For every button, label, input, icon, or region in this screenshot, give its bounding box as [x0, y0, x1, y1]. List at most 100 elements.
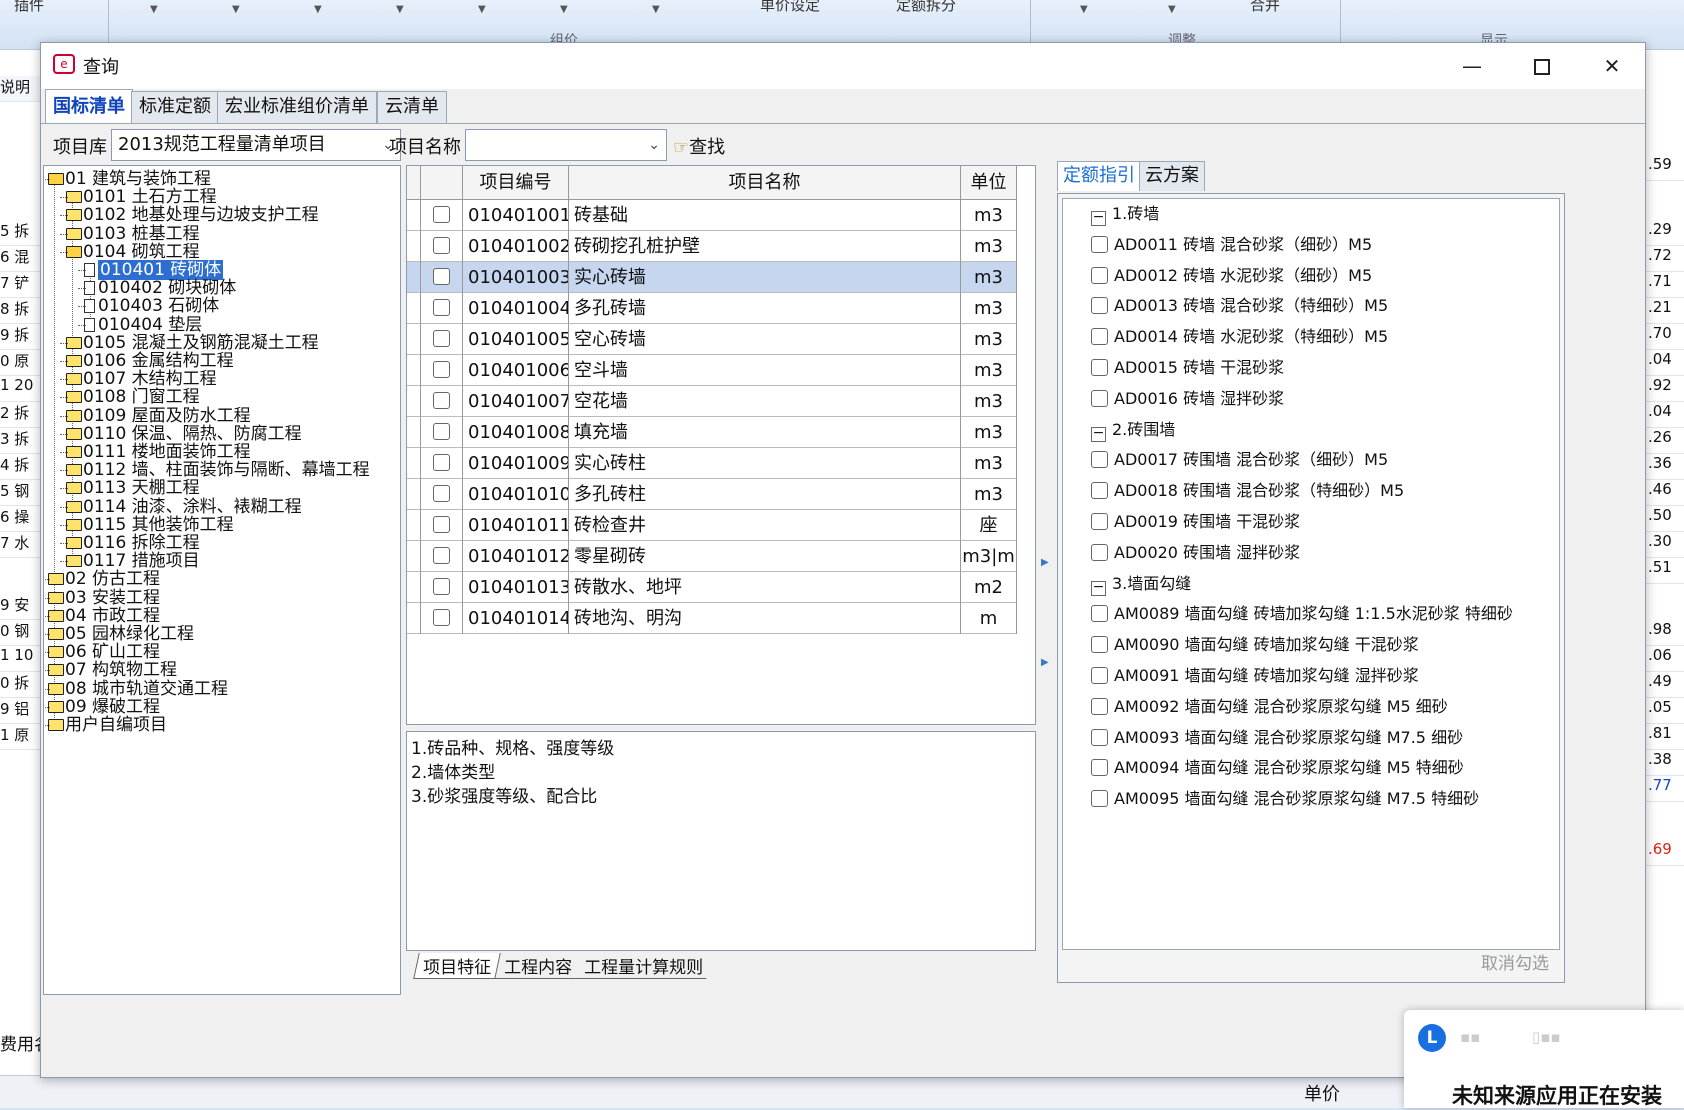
tree-node[interactable]: 0101 土石方工程	[60, 188, 217, 207]
table-row[interactable]: 010401004 多孔砖墙 m3	[407, 293, 1017, 324]
chevron-down-icon[interactable]: ▼	[560, 4, 568, 15]
table-row[interactable]: 010401006 空斗墙 m3	[407, 355, 1017, 386]
tree-node[interactable]: 06 矿山工程	[44, 643, 160, 662]
tree-node[interactable]: 010404 垫层	[78, 315, 202, 335]
minimize-button[interactable]: —	[1437, 43, 1507, 89]
project-tree[interactable]: 01 建筑与装饰工程 0101 土石方工程 0102 地基处理与边坡支护工程 0103…	[43, 165, 401, 995]
chevron-down-icon[interactable]: ▼	[478, 4, 486, 15]
tree-node[interactable]: 010401 砖砌体	[78, 260, 224, 280]
tab-gb-list[interactable]: 国标清单	[45, 89, 133, 123]
grid-header-unit[interactable]: 单位	[961, 166, 1017, 200]
row-checkbox[interactable]	[433, 516, 450, 533]
left-row[interactable]: 9 拆	[0, 324, 42, 350]
quota-item-checkbox[interactable]	[1091, 543, 1108, 561]
quota-item[interactable]: AM0090 墙面勾缝 砖墙加浆勾缝 干混砂浆	[1091, 630, 1419, 660]
left-row[interactable]: 0 钢	[0, 620, 42, 646]
dialog-titlebar[interactable]: e 查询 — ✕	[41, 43, 1645, 89]
quota-item[interactable]: AD0014 砖墙 水泥砂浆（特细砂）M5	[1091, 322, 1388, 352]
quota-item[interactable]: AD0017 砖围墙 混合砂浆（细砂）M5	[1091, 445, 1388, 475]
ribbon-unit-price-button[interactable]: 单价设定	[760, 0, 820, 15]
table-row[interactable]: 010401001 砖基础 m3	[407, 200, 1017, 231]
tree-node[interactable]: 0109 屋面及防水工程	[60, 406, 251, 426]
left-row[interactable]: 5 拆	[0, 220, 42, 246]
quota-item[interactable]: AD0020 砖围墙 湿拌砂浆	[1091, 538, 1300, 568]
left-row[interactable]: 3 拆	[0, 428, 42, 454]
tree-node[interactable]: 0112 墙、柱面装饰与隔断、幕墙工程	[60, 461, 370, 480]
quota-item[interactable]: AD0018 砖围墙 混合砂浆（特细砂）M5	[1091, 476, 1404, 506]
left-row[interactable]: 6 混	[0, 246, 42, 272]
item-name-input[interactable]: ⌄	[465, 129, 667, 161]
quota-item-checkbox[interactable]	[1091, 697, 1108, 715]
quota-item[interactable]: AM0095 墙面勾缝 混合砂浆原浆勾缝 M7.5 特细砂	[1091, 784, 1479, 814]
tab-cloud-scheme[interactable]: 云方案	[1139, 161, 1205, 191]
tree-node[interactable]: 0114 油漆、涂料、裱糊工程	[60, 497, 302, 517]
quota-item-checkbox[interactable]	[1091, 790, 1108, 808]
library-select[interactable]: 2013规范工程量清单项目 ⌄	[111, 129, 401, 161]
tree-node[interactable]: 05 园林绿化工程	[44, 625, 194, 644]
ribbon-merge-button[interactable]: 合并	[1250, 0, 1280, 15]
quota-item-checkbox[interactable]	[1091, 328, 1108, 346]
tree-node[interactable]: 0117 措施项目	[60, 552, 200, 571]
table-row[interactable]: 010401011 砖检查井座	[407, 510, 1017, 541]
table-row[interactable]: 010401012 零星砌砖 m3|m	[407, 541, 1017, 572]
find-button[interactable]: ☞查找	[673, 133, 725, 159]
table-row[interactable]: 010401007 空花墙 m3	[407, 386, 1017, 417]
tree-node[interactable]: 0102 地基处理与边坡支护工程	[60, 206, 319, 225]
quota-item-checkbox[interactable]	[1091, 513, 1108, 530]
items-grid[interactable]: 项目编号 项目名称 单位 010401001 砖基础 m3 010401002 砖砌挖孔…	[406, 165, 1036, 725]
quota-item[interactable]: AD0019 砖围墙 干混砂浆	[1091, 507, 1300, 537]
left-row[interactable]: 9 铝	[0, 698, 42, 724]
tree-node[interactable]: 0115 其他装饰工程	[60, 515, 234, 535]
left-row[interactable]: 7 铲	[0, 272, 42, 298]
left-row[interactable]: 6 操	[0, 506, 42, 532]
grid-header-name[interactable]: 项目名称	[569, 166, 961, 200]
left-row[interactable]: 0 原	[0, 350, 42, 376]
quota-item[interactable]: AD0013 砖墙 混合砂浆（特细砂）M5	[1091, 291, 1388, 321]
quota-item[interactable]: AM0089 墙面勾缝 砖墙加浆勾缝 1:1.5水泥砂浆 特细砂	[1091, 599, 1513, 629]
table-row[interactable]: 010401014 砖地沟、明沟 m	[407, 603, 1017, 634]
cancel-selection-button[interactable]: 取消勾选	[1481, 949, 1549, 974]
tree-node[interactable]: 0107 木结构工程	[60, 370, 217, 389]
splitter-handle[interactable]: ▶ ▶	[1041, 513, 1049, 713]
tab-cloud-list[interactable]: 云清单	[377, 91, 447, 123]
left-row[interactable]: 5 钢	[0, 480, 42, 506]
quota-item-checkbox[interactable]	[1091, 389, 1108, 407]
collapse-icon[interactable]: −	[1091, 210, 1106, 226]
quota-item[interactable]: AM0091 墙面勾缝 砖墙加浆勾缝 湿拌砂浆	[1091, 661, 1419, 691]
quota-item-checkbox[interactable]	[1091, 359, 1108, 376]
quota-item-checkbox[interactable]	[1091, 636, 1108, 654]
maximize-button[interactable]	[1507, 43, 1577, 89]
left-row[interactable]: 4 拆	[0, 454, 42, 480]
security-notification[interactable]: L ▪▪ ▯▪▪ 未知来源应用正在安装	[1404, 1010, 1684, 1108]
left-row[interactable]: 7 水	[0, 532, 42, 558]
quota-group-header[interactable]: −3.墙面勾缝	[1091, 569, 1191, 599]
tree-node[interactable]: 0116 拆除工程	[60, 534, 200, 553]
ribbon-plugin-button[interactable]: 插件	[14, 0, 44, 15]
tree-node[interactable]: 用户自编项目	[44, 716, 167, 735]
collapse-icon[interactable]: −	[1091, 580, 1106, 596]
row-checkbox[interactable]	[433, 485, 450, 502]
table-row[interactable]: 010401013 砖散水、地坪 m2	[407, 572, 1017, 603]
tab-standard-quota[interactable]: 标准定额	[131, 91, 219, 123]
ribbon-split-button[interactable]: 定额拆分	[896, 0, 956, 15]
quota-item-checkbox[interactable]	[1091, 297, 1108, 315]
left-row[interactable]: 0 拆	[0, 672, 42, 698]
quota-item[interactable]: AD0011 砖墙 混合砂浆（细砂）M5	[1091, 230, 1372, 260]
chevron-down-icon[interactable]: ▼	[150, 4, 158, 15]
row-checkbox[interactable]	[433, 330, 450, 347]
row-checkbox[interactable]	[433, 454, 450, 471]
quota-item-checkbox[interactable]	[1091, 451, 1108, 469]
row-checkbox[interactable]	[433, 392, 450, 409]
tree-node[interactable]: 0111 楼地面装饰工程	[60, 443, 251, 462]
tree-node[interactable]: 0108 门窗工程	[60, 388, 200, 407]
tree-node[interactable]: 02 仿古工程	[44, 570, 160, 589]
table-row[interactable]: 010401005 空心砖墙 m3	[407, 324, 1017, 355]
left-row[interactable]: 8 拆	[0, 298, 42, 324]
tab-calc-rules[interactable]: 工程量计算规则	[575, 953, 712, 979]
quota-list[interactable]: −1.砖墙 AD0011 砖墙 混合砂浆（细砂）M5 AD0012 砖墙 水泥砂浆（…	[1062, 198, 1560, 950]
quota-group-header[interactable]: −1.砖墙	[1091, 199, 1159, 229]
grid-header-code[interactable]: 项目编号	[463, 166, 569, 200]
row-checkbox[interactable]	[433, 547, 450, 564]
quota-group-header[interactable]: −2.砖围墙	[1091, 415, 1175, 445]
left-row[interactable]: 2 拆	[0, 402, 42, 428]
